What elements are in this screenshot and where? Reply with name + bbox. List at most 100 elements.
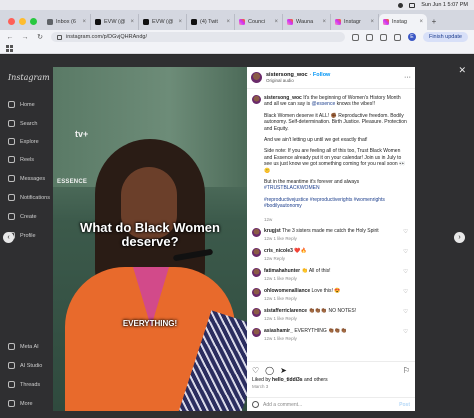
browser-tab[interactable]: EVW (@ × — [139, 14, 187, 30]
new-tab-button[interactable]: + — [427, 14, 441, 30]
comment-likes[interactable]: 1 like — [274, 236, 285, 241]
close-tab-icon[interactable]: × — [419, 19, 423, 25]
sidebar-item-threads[interactable]: Threads — [8, 381, 40, 388]
sidebar-item-ai-studio[interactable]: AI Studio — [8, 362, 42, 369]
post-video[interactable]: tv+ ESSENCE What do Black Women deserve?… — [53, 67, 247, 411]
zoom-window-button[interactable] — [30, 17, 37, 25]
profile-avatar[interactable]: E — [407, 33, 416, 41]
browser-tab[interactable]: Instagr × — [331, 14, 379, 30]
cast-icon[interactable] — [351, 33, 359, 41]
previous-post-button[interactable]: ‹ — [3, 232, 14, 243]
post-comments-scroll[interactable]: sistersong_woc It's the beginning of Wom… — [247, 91, 415, 361]
browser-tab[interactable]: EVW (@ × — [91, 14, 139, 30]
follow-button[interactable]: Follow — [313, 72, 330, 78]
commenter-avatar[interactable] — [252, 327, 261, 337]
site-info-icon[interactable] — [57, 34, 62, 40]
close-tab-icon[interactable]: × — [370, 19, 374, 25]
close-tab-icon[interactable]: × — [130, 19, 134, 25]
bookmark-star-icon[interactable] — [365, 33, 373, 41]
next-post-button[interactable]: › — [454, 232, 465, 243]
browser-tab[interactable]: (4) Twit × — [187, 14, 235, 30]
commenter-avatar[interactable] — [252, 307, 261, 317]
close-tab-icon[interactable]: × — [322, 19, 326, 25]
reply-button[interactable]: Reply — [285, 336, 297, 341]
like-comment-icon[interactable]: ♡ — [403, 329, 408, 335]
comment-icon[interactable]: ◯ — [265, 366, 274, 375]
post-comment-button[interactable]: Post — [399, 402, 410, 408]
hashtag-links[interactable]: #reproductivejustice #reproductiverights… — [264, 197, 410, 210]
apps-grid-icon[interactable] — [6, 45, 13, 52]
close-modal-icon[interactable]: ✕ — [458, 65, 466, 76]
control-center-icon[interactable] — [398, 2, 404, 8]
reply-button[interactable]: Reply — [285, 296, 297, 301]
commenter-username[interactable]: krugjst — [264, 228, 281, 234]
browser-tab[interactable]: Wauna × — [283, 14, 331, 30]
save-icon[interactable]: ⚐ — [403, 366, 410, 375]
caption-username[interactable]: sistersong_woc — [264, 95, 302, 101]
author-avatar[interactable] — [251, 72, 262, 83]
more-options-icon[interactable]: ··· — [404, 74, 411, 81]
like-comment-icon[interactable]: ♡ — [403, 269, 408, 275]
share-icon[interactable]: ➤ — [280, 366, 287, 375]
close-tab-icon[interactable]: × — [226, 19, 230, 25]
browser-tab-active[interactable]: Instag × — [379, 14, 427, 30]
comment-input[interactable]: Add a comment... — [263, 402, 302, 408]
commenter-username[interactable]: fatimahahunter — [264, 268, 300, 274]
sidebar-item-more[interactable]: More — [8, 400, 33, 407]
battery-icon[interactable] — [409, 2, 416, 8]
like-comment-icon[interactable]: ♡ — [403, 289, 408, 295]
comment-likes[interactable]: 1 like — [274, 276, 285, 281]
audio-label[interactable]: Original audio — [266, 78, 330, 83]
browser-tab[interactable]: Inbox (6 × — [43, 14, 91, 30]
minimize-window-button[interactable] — [19, 17, 26, 25]
liker-username[interactable]: hello_tiddi3s — [272, 377, 303, 383]
sidebar-item-reels[interactable]: Reels — [8, 156, 34, 163]
caption-avatar[interactable] — [252, 95, 261, 104]
emoji-icon[interactable] — [252, 401, 259, 408]
mention-link[interactable]: @essence — [312, 101, 336, 107]
reply-button[interactable]: Reply — [285, 276, 297, 281]
reload-icon[interactable]: ↻ — [36, 33, 44, 41]
browser-tab[interactable]: Counci × — [235, 14, 283, 30]
instagram-logo[interactable]: Instagram — [8, 73, 50, 82]
comment-likes[interactable]: 1 like — [274, 296, 285, 301]
extensions-icon[interactable] — [379, 33, 387, 41]
hashtag-link[interactable]: #TRUSTBLACKWOMEN — [264, 185, 320, 191]
sidebar-item-create[interactable]: Create — [8, 213, 37, 220]
close-tab-icon[interactable]: × — [178, 19, 182, 25]
like-comment-icon[interactable]: ♡ — [403, 309, 408, 315]
commenter-avatar[interactable] — [252, 267, 261, 277]
close-window-button[interactable] — [8, 17, 15, 25]
reply-button[interactable]: Reply — [285, 316, 297, 321]
likes-summary[interactable]: Liked by hello_tiddi3s and others — [252, 377, 410, 383]
like-icon[interactable]: ♡ — [252, 366, 259, 375]
like-comment-icon[interactable]: ♡ — [403, 249, 408, 255]
commenter-username[interactable]: cris_nicole3 — [264, 248, 293, 254]
sidebar-item-messages[interactable]: Messages — [8, 175, 45, 182]
like-comment-icon[interactable]: ♡ — [403, 229, 408, 235]
comment-likes[interactable]: 1 like — [274, 336, 285, 341]
commenter-avatar[interactable] — [252, 227, 261, 237]
commenter-avatar[interactable] — [252, 287, 261, 297]
back-icon[interactable]: ← — [6, 34, 14, 41]
sidebar-item-home[interactable]: Home — [8, 101, 35, 108]
close-tab-icon[interactable]: × — [82, 19, 86, 25]
address-bar[interactable]: instagram.com/p/DGvjQHRAndg/ — [51, 32, 345, 42]
close-tab-icon[interactable]: × — [274, 19, 278, 25]
sidebar-item-notifications[interactable]: Notifications — [8, 194, 50, 201]
sidebar-item-search[interactable]: Search — [8, 120, 37, 127]
commenter-username[interactable]: sistafferriclarence — [264, 308, 307, 314]
sidebar-item-explore[interactable]: Explore — [8, 138, 39, 145]
menu-bar-clock[interactable]: Sun Jun 1 5:07 PM — [421, 2, 468, 8]
url-text[interactable]: instagram.com/p/DGvjQHRAndg/ — [66, 34, 147, 40]
sidebar-item-meta-ai[interactable]: Meta AI — [8, 343, 39, 350]
finish-update-button[interactable]: Finish update — [422, 32, 468, 42]
commenter-username[interactable]: asiashamir_ — [264, 328, 293, 334]
comment-likes[interactable]: 1 like — [274, 316, 285, 321]
reply-button[interactable]: Reply — [285, 236, 297, 241]
forward-icon[interactable]: → — [21, 34, 29, 41]
commenter-avatar[interactable] — [252, 247, 261, 257]
side-panel-icon[interactable] — [393, 33, 401, 41]
commenter-username[interactable]: ohlowomenalliance — [264, 288, 310, 294]
reply-button[interactable]: Reply — [274, 256, 286, 261]
